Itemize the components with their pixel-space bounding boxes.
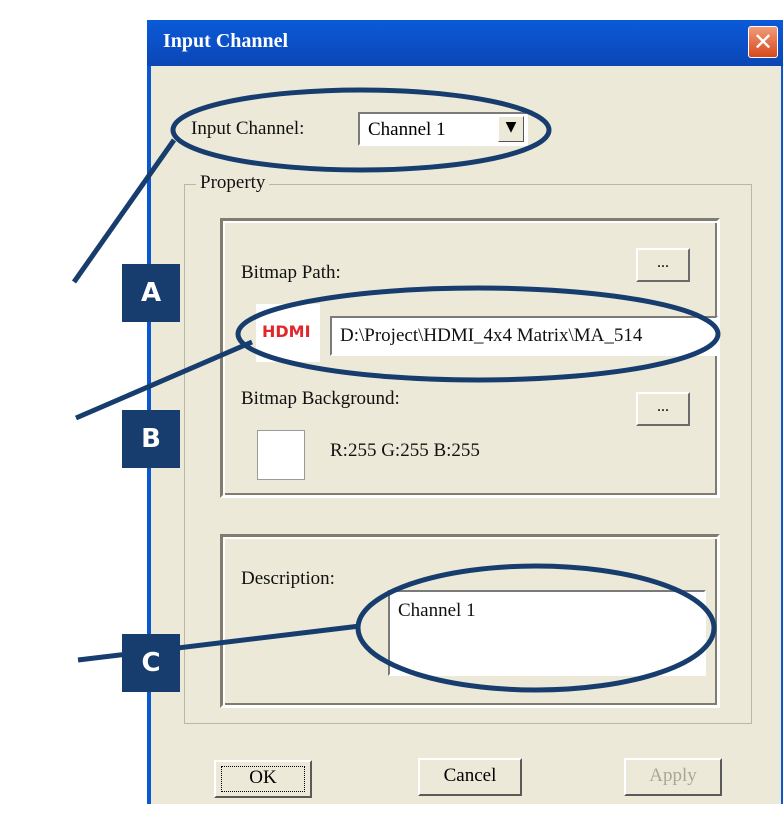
callout-line-c xyxy=(77,623,361,663)
callout-line-a xyxy=(71,138,177,284)
callout-marker-a: A xyxy=(122,264,180,322)
callout-line-b xyxy=(75,339,253,421)
callout-ellipse-a xyxy=(170,87,552,173)
callout-marker-b: B xyxy=(122,410,180,468)
callout-ellipse-c xyxy=(355,563,717,693)
annotation-overlay xyxy=(71,87,721,693)
callout-marker-c: C xyxy=(122,634,180,692)
callout-ellipse-b xyxy=(235,285,721,383)
